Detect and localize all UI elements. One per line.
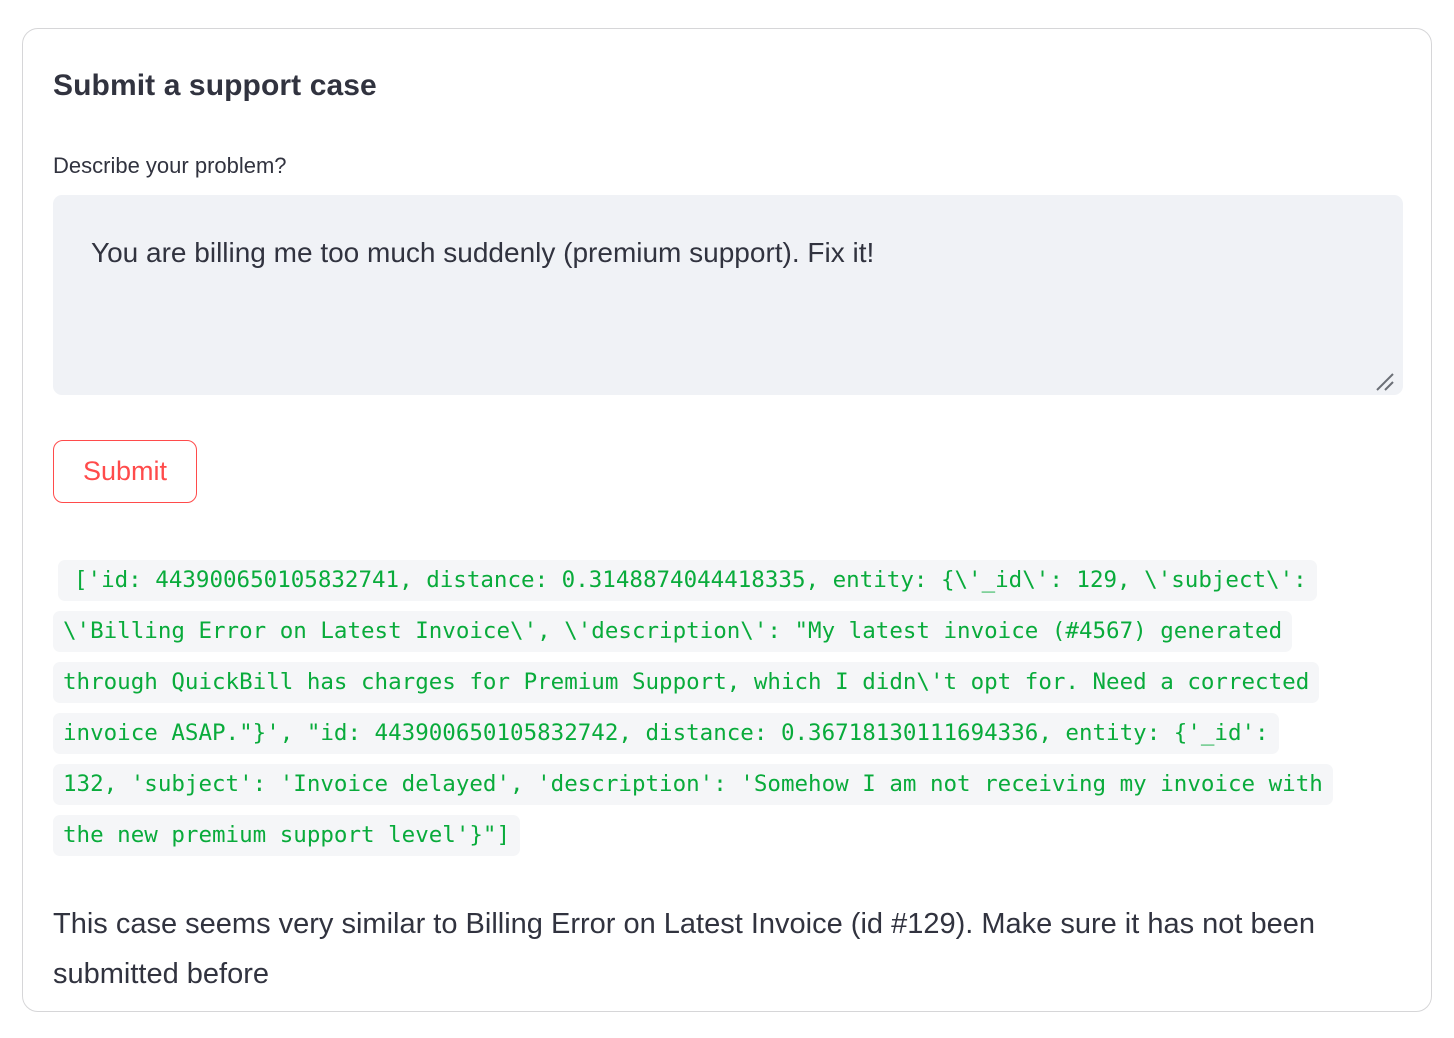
similar-case-note: This case seems very similar to Billing … [53,899,1401,999]
code-line: \'Billing Error on Latest Invoice\', \'d… [53,606,1401,657]
problem-question-label: Describe your problem? [53,153,1401,179]
vector-search-results-code: ['id: 443900650105832741, distance: 0.31… [53,555,1401,861]
code-line: invoice ASAP."}', "id: 44390065010583274… [53,708,1401,759]
app-page: Submit a support case Describe your prob… [0,0,1454,1038]
code-line: the new premium support level'}"] [53,810,1401,861]
page-title: Submit a support case [53,69,1401,103]
code-line: 132, 'subject': 'Invoice delayed', 'desc… [53,759,1401,810]
submit-button[interactable]: Submit [53,440,197,503]
problem-description-input[interactable]: You are billing me too much suddenly (pr… [53,195,1403,395]
code-line: through QuickBill has charges for Premiu… [53,657,1401,708]
code-line: ['id: 443900650105832741, distance: 0.31… [53,555,1401,606]
problem-textarea-container: You are billing me too much suddenly (pr… [53,195,1403,400]
support-case-card: Submit a support case Describe your prob… [22,28,1432,1012]
